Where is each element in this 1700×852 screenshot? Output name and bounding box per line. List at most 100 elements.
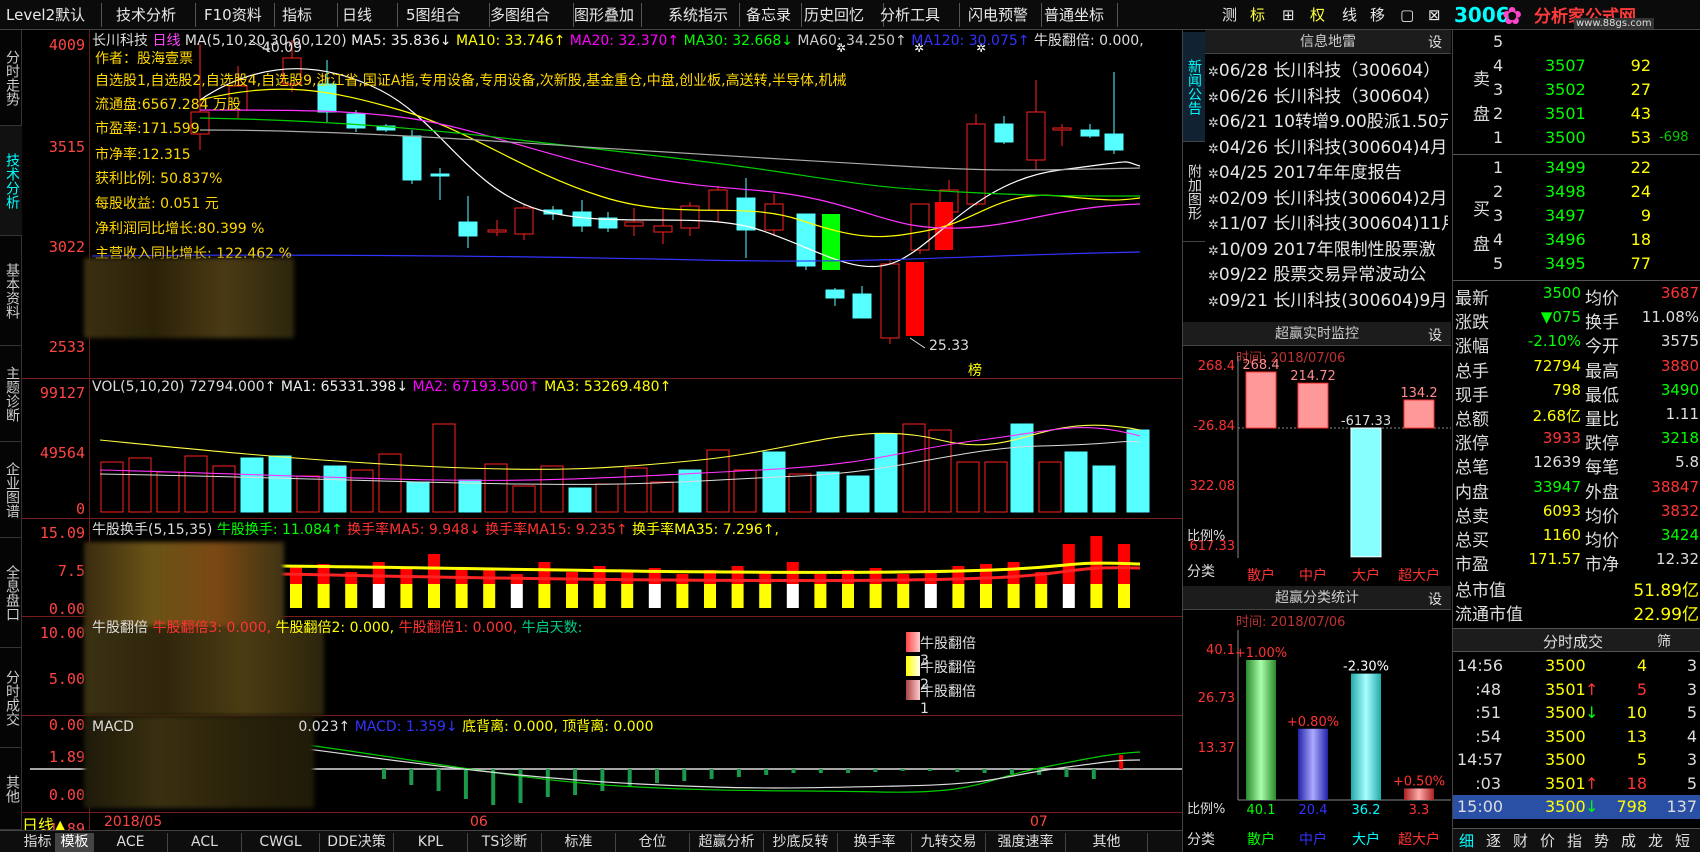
ask-price[interactable]: 3501 — [1545, 104, 1586, 123]
tab-kpl[interactable]: KPL — [394, 833, 468, 852]
tool-line-button[interactable]: 线 — [1338, 3, 1362, 27]
ma10-value: MA10: 33.746↑ — [455, 33, 566, 49]
tab-bottom-reversal[interactable]: 抄底反转 — [764, 833, 838, 852]
news-item[interactable]: ✲06/21 10转增9.00股派1.50元 — [1208, 107, 1448, 132]
volume-bar — [650, 481, 674, 513]
candle-body — [1026, 111, 1046, 161]
bid-price[interactable]: 3499 — [1545, 158, 1586, 177]
ask-price[interactable]: 3500 — [1545, 128, 1586, 147]
bid-level: 4 — [1493, 230, 1504, 249]
tick-price: 3501 — [1545, 773, 1586, 793]
turnover-bar — [980, 564, 992, 584]
news-item[interactable]: ✲09/21 长川科技(300604)9月 — [1208, 286, 1448, 311]
detail-tab[interactable]: 价 — [1540, 830, 1555, 851]
ask-price[interactable]: 3507 — [1545, 56, 1586, 75]
bid-price[interactable]: 3495 — [1545, 254, 1586, 273]
tab-super-analysis[interactable]: 超赢分析 — [690, 833, 764, 852]
volume-bar — [1064, 451, 1088, 513]
detail-tab[interactable]: 龙 — [1648, 830, 1663, 851]
tick-arrow: ↓ — [1585, 797, 1599, 816]
candle-body — [994, 123, 1014, 143]
stats-value-label: 3.3 — [1409, 803, 1430, 818]
detail-tab[interactable]: 势 — [1594, 830, 1609, 851]
tab-extra-chart[interactable]: 附加图形 — [1183, 142, 1205, 242]
volume-bar — [1092, 465, 1116, 513]
fanbei-v3: 牛股翻倍1: 0.000, — [398, 620, 518, 636]
bid-level: 3 — [1493, 206, 1504, 225]
star-icon: ✲ — [1208, 116, 1219, 131]
news-item[interactable]: ✲02/09 长川科技(300604)2月 — [1208, 184, 1448, 209]
news-item[interactable]: ✲06/26 长川科技（300604） — [1208, 82, 1448, 107]
turnover-bar — [538, 584, 551, 608]
macd-bar — [846, 769, 851, 773]
bid-price[interactable]: 3497 — [1545, 206, 1586, 225]
tab-news[interactable]: 新闻公告 — [1183, 32, 1205, 142]
fanbei-v4: 牛启天数: — [521, 620, 583, 636]
tab-nine-turn[interactable]: 九转交易 — [912, 833, 986, 852]
macd-bar — [463, 769, 468, 799]
news-item[interactable]: ✲06/28 长川科技（300604） — [1208, 56, 1448, 81]
turnover-bar — [1007, 562, 1020, 584]
macd-header: MACD 0.023↑ MACD: 1.359↓ 底背离: 0.000, 顶背离… — [92, 716, 654, 736]
net-profit-line: 净利润同比增长:80.399 % — [95, 221, 265, 237]
macd-bar — [1009, 769, 1014, 774]
tool-move-button[interactable]: 移 — [1366, 3, 1390, 27]
tick-price: 3500 — [1545, 750, 1586, 769]
bid-price[interactable]: 3498 — [1545, 182, 1586, 201]
quote-value: 12639 — [1533, 453, 1581, 472]
monitor-settings-button[interactable]: 设 — [1428, 325, 1442, 345]
news-item[interactable]: ✲04/25 2017年年度报告 — [1208, 158, 1448, 183]
tab-cwgl[interactable]: CWGL — [242, 833, 320, 852]
news-settings-button[interactable]: 设 — [1428, 32, 1442, 52]
news-item[interactable]: ✲11/07 长川科技(300604)11月 — [1208, 209, 1448, 234]
tab-ts[interactable]: TS诊断 — [468, 833, 542, 852]
tab-ace[interactable]: ACE — [94, 833, 168, 852]
detail-tab[interactable]: 逐 — [1486, 830, 1501, 851]
volume-bar — [1010, 423, 1034, 513]
turnover-bar — [1090, 536, 1103, 584]
tab-acl[interactable]: ACL — [168, 833, 242, 852]
tab-dde[interactable]: DDE决策 — [320, 833, 394, 852]
detail-tab[interactable]: 成 — [1621, 830, 1636, 851]
tick-time: :51 — [1475, 703, 1501, 722]
macd-bar — [491, 769, 496, 805]
stats-bar — [1298, 728, 1328, 800]
tool-rights-button[interactable]: 权 — [1306, 3, 1330, 27]
tab-template[interactable]: 模板 — [56, 833, 94, 852]
tab-indicator[interactable]: 指标 — [20, 833, 56, 852]
ask-price[interactable]: 3502 — [1545, 80, 1586, 99]
quote-key: 跌停 — [1585, 434, 1619, 455]
monitor-title: 超赢实时监控 — [1183, 322, 1451, 346]
tab-position[interactable]: 仓位 — [616, 833, 690, 852]
tool-close-button[interactable]: ⊠ — [1424, 3, 1448, 27]
detail-tab[interactable]: 细 — [1459, 830, 1474, 851]
tool-measure-button[interactable]: 测 — [1218, 3, 1242, 27]
news-item[interactable]: ✲04/26 长川科技(300604)4月 — [1208, 133, 1448, 158]
tab-other-bottom[interactable]: 其他 — [1066, 833, 1148, 852]
tool-grid-button[interactable]: ⊞ — [1278, 3, 1302, 27]
ticks-filter-button[interactable]: 筛 — [1657, 631, 1671, 651]
news-item[interactable]: ✲09/22 股票交易异常波动公 — [1208, 260, 1448, 285]
detail-tab[interactable]: 指 — [1567, 830, 1582, 851]
detail-tab[interactable]: 财 — [1513, 830, 1528, 851]
tool-mark-button[interactable]: 标 — [1246, 3, 1270, 27]
tick-count: 5 — [1686, 773, 1697, 793]
news-item[interactable]: ✲10/09 2017年限制性股票激 — [1208, 235, 1448, 260]
tab-turnover[interactable]: 换手率 — [838, 833, 912, 852]
quote-value: 1160 — [1542, 526, 1581, 544]
tool-window-button[interactable]: ▢ — [1396, 3, 1420, 27]
bid-price[interactable]: 3496 — [1545, 230, 1586, 249]
tab-strength[interactable]: 强度速率 — [986, 833, 1066, 852]
ma5-value: MA5: 35.836↓ — [351, 33, 452, 49]
volume-bar — [406, 481, 430, 513]
tick-count: 3 — [1686, 750, 1697, 769]
volume-bar — [816, 471, 840, 513]
volume-bar — [240, 457, 264, 513]
turnover-bar — [759, 584, 772, 608]
stats-settings-button[interactable]: 设 — [1428, 589, 1442, 609]
star-icon: ✲ — [1208, 269, 1219, 284]
tab-standard[interactable]: 标准 — [542, 833, 616, 852]
tick-price: 3500 — [1545, 656, 1586, 675]
volume-bar — [595, 483, 619, 513]
detail-tab[interactable]: 短 — [1675, 830, 1690, 851]
